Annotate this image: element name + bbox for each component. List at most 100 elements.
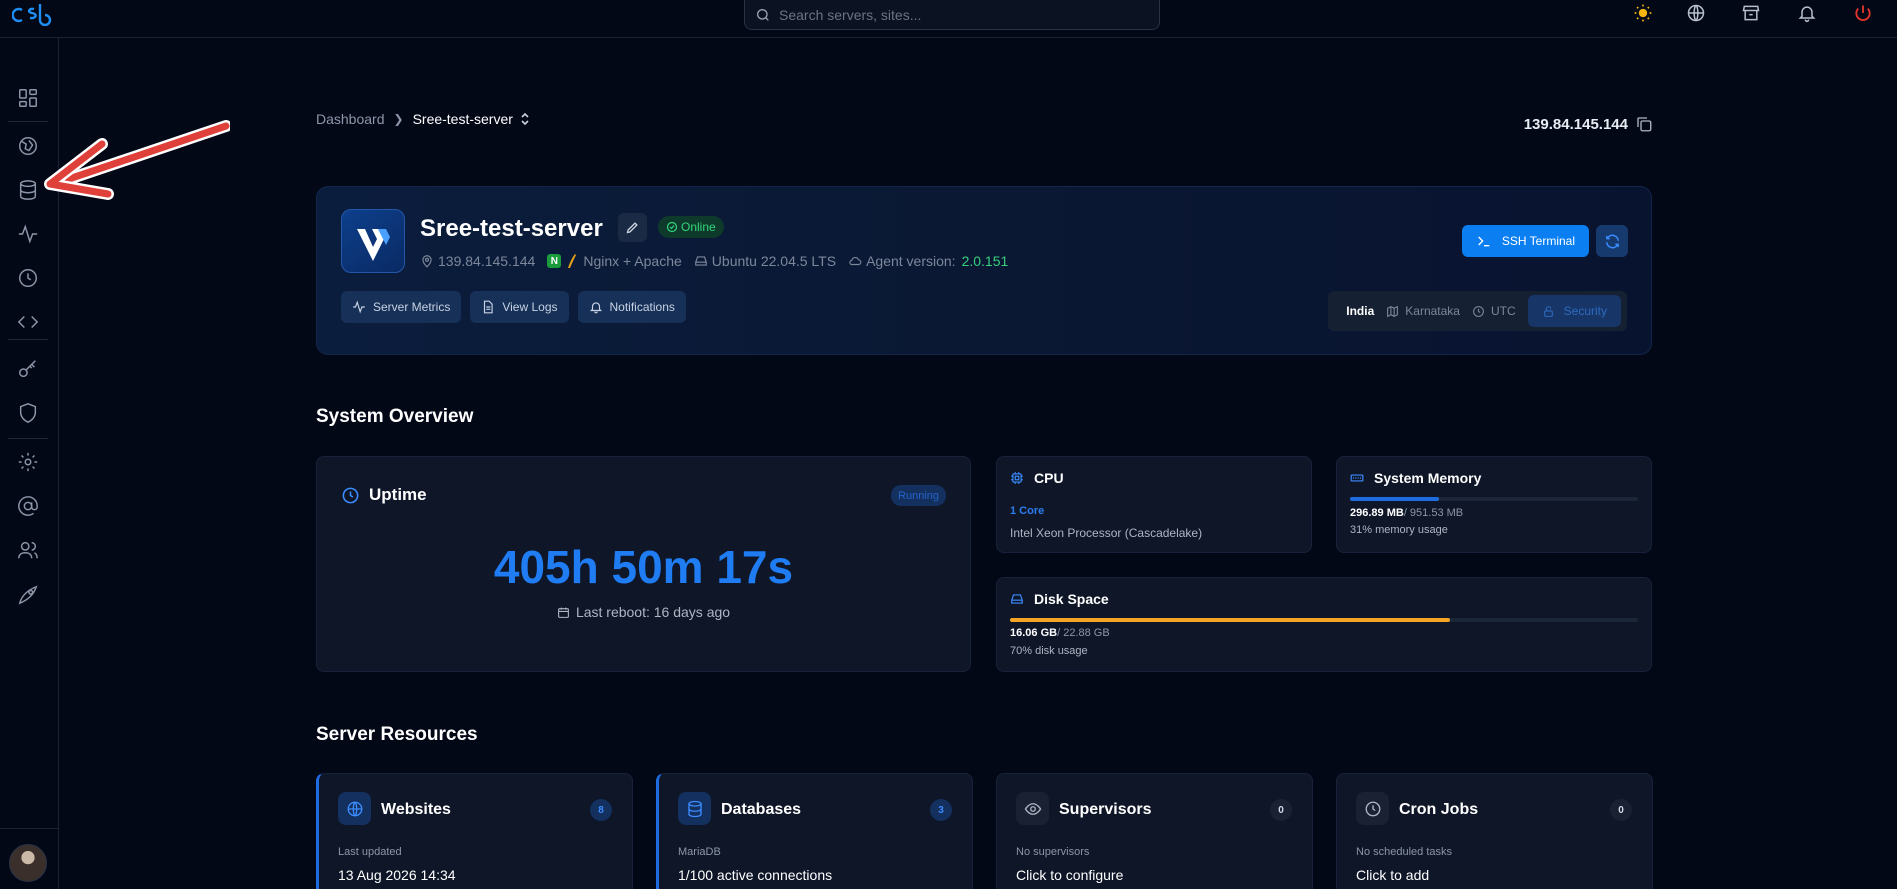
server-ip-top: 139.84.145.144 [1524,115,1653,133]
cpu-title-text: CPU [1034,470,1064,486]
refresh-icon [1605,234,1619,248]
avatar[interactable] [9,844,47,882]
notifications-label: Notifications [609,300,675,314]
websites-count: 8 [590,799,612,821]
nginx-icon: N [547,254,562,268]
sidebar-cron-icon[interactable] [17,267,39,289]
cpu-title: CPU [1010,470,1064,486]
chevron-up-down-icon[interactable] [519,112,531,126]
cron-jobs-card[interactable]: Cron Jobs 0 No scheduled tasks Click to … [1336,773,1653,889]
meta-agent: Agent version: 2.0.151 [848,253,1008,269]
cloud-icon [849,257,862,266]
breadcrumb-current[interactable]: Sree-test-server [413,111,513,127]
sidebar-deploy-icon[interactable] [17,584,39,606]
server-meta: 139.84.145.144 N Nginx + Apache Ubuntu 2… [420,253,1020,269]
app-logo[interactable] [12,2,54,26]
sidebar-security-icon[interactable] [17,402,39,424]
sidebar-dashboard-icon[interactable] [17,87,39,109]
disk-used: 16.06 GB [1010,627,1058,639]
supervisors-card[interactable]: Supervisors 0 No supervisors Click to co… [996,773,1313,889]
memory-card: System Memory 296.89 MB/ 951.53 MB 31% m… [1336,456,1652,553]
uptime-value: 405h 50m 17s [493,541,794,593]
notifications-button[interactable]: Notifications [577,291,686,323]
chevron-right-icon: ❯ [393,112,404,126]
sidebar-code-icon[interactable] [17,311,39,333]
disk-title-text: Disk Space [1034,591,1109,607]
meta-os: Ubuntu 22.04.5 LTS [694,253,836,269]
location-region: Karnataka [1386,304,1460,318]
sidebar-metrics-icon[interactable] [17,223,39,245]
cpu-cores: 1 Core [1010,505,1045,517]
databases-count: 3 [930,799,952,821]
clock-icon [1473,305,1484,317]
sidebar-users-icon[interactable] [17,539,39,561]
bell-icon[interactable] [1797,3,1817,23]
location-timezone-text: UTC [1490,304,1516,318]
memory-bar [1350,497,1638,501]
clock-icon [1356,792,1389,825]
sidebar-divider [0,828,59,829]
file-text-icon [484,300,494,314]
ssh-terminal-label: SSH Terminal [1501,234,1575,248]
clock-icon [342,487,359,503]
server-header-card: Sree-test-server Online 139.84.145.144 N… [316,186,1652,355]
breadcrumb-dashboard[interactable]: Dashboard [316,111,385,127]
map-pin-icon [422,255,432,268]
cron-jobs-main: Click to add [1356,867,1430,883]
cron-jobs-count: 0 [1610,799,1632,821]
eye-icon [1016,792,1049,825]
hard-drive-icon [1011,594,1023,604]
last-reboot: Last reboot: 16 days ago [317,604,970,620]
memory-usage-pct: 31% memory usage [1350,524,1448,536]
sidebar-ssh-keys-icon[interactable] [17,358,39,380]
location-bar: India Karnataka UTC Security [1328,291,1627,331]
websites-card[interactable]: Websites 8 Last updated 13 Aug 2026 14:3… [316,773,633,889]
search-bar[interactable]: Search servers, sites... [744,0,1160,30]
disk-usage-line: 16.06 GB/ 22.88 GB [1010,627,1110,639]
lock-icon [1543,305,1553,317]
refresh-button[interactable] [1596,225,1628,257]
store-icon[interactable] [1741,3,1761,23]
server-metrics-button[interactable]: Server Metrics [341,291,462,323]
websites-sub: Last updated [338,846,402,858]
ssh-terminal-button[interactable]: SSH Terminal [1461,225,1589,257]
search-icon [757,8,769,21]
databases-main: 1/100 active connections [678,867,833,883]
annotation-arrow [44,120,230,200]
cpu-model: Intel Xeon Processor (Cascadelake) [1010,526,1203,540]
copy-icon[interactable] [1635,115,1653,133]
sidebar-email-icon[interactable] [17,495,39,517]
last-reboot-text: Last reboot: 16 days ago [575,604,731,620]
edit-name-button[interactable] [618,213,647,242]
security-button[interactable]: Security [1527,295,1621,327]
view-logs-button[interactable]: View Logs [470,291,569,323]
websites-title: Websites [381,801,451,818]
sidebar-divider [8,339,48,340]
calendar-icon [558,607,569,618]
system-overview-title: System Overview [316,406,474,427]
cron-jobs-title: Cron Jobs [1399,801,1479,818]
globe-icon[interactable] [1686,3,1706,23]
meta-ip: 139.84.145.144 [420,253,535,269]
memory-title-text: System Memory [1374,470,1482,486]
meta-webserver: N Nginx + Apache [547,253,682,269]
cron-jobs-sub: No scheduled tasks [1356,846,1452,858]
uptime-card: Uptime Running 405h 50m 17s Last reboot:… [316,456,971,672]
memory-title: System Memory [1350,470,1481,486]
server-resources-title: Server Resources [316,724,478,745]
theme-sun-icon[interactable] [1633,3,1653,23]
sidebar-divider [8,438,48,439]
view-logs-label: View Logs [502,300,558,314]
meta-os-text: Ubuntu 22.04.5 LTS [711,253,837,269]
databases-card[interactable]: Databases 3 MariaDB 1/100 active connect… [656,773,973,889]
sidebar-settings-icon[interactable] [17,451,39,473]
status-badge: Online [658,216,724,238]
disk-title: Disk Space [1010,591,1109,607]
power-icon[interactable] [1853,3,1873,23]
cpu-icon [1011,472,1023,484]
hard-drive-icon [694,256,707,266]
disk-total: / 22.88 GB [1057,627,1110,639]
activity-icon [353,300,365,314]
top-bar: Search servers, sites... [0,0,1897,38]
server-metrics-label: Server Metrics [373,300,451,314]
